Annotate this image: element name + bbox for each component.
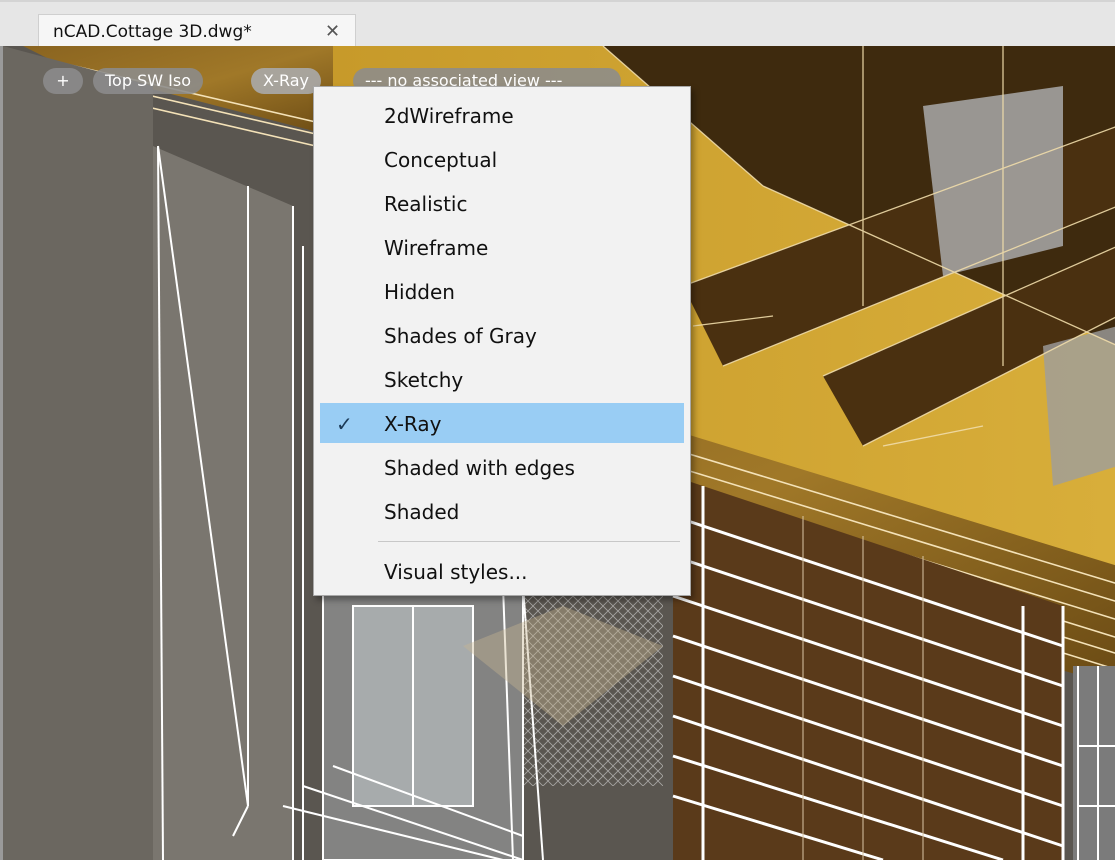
menu-item-label: Shaded with edges <box>384 456 575 480</box>
visual-style-button[interactable]: X-Ray <box>251 68 321 94</box>
document-tab-strip: nCAD.Cottage 3D.dwg* ✕ <box>0 0 1115 48</box>
menu-item-label: Sketchy <box>384 368 464 392</box>
menu-item-hidden[interactable]: Hidden <box>320 271 684 311</box>
document-tab[interactable]: nCAD.Cottage 3D.dwg* ✕ <box>38 14 356 48</box>
menu-item-label: Realistic <box>384 192 468 216</box>
checkmark-icon: ✓ <box>336 414 353 436</box>
menu-item-label: Conceptual <box>384 148 498 172</box>
menu-item-2dwireframe[interactable]: 2dWireframe <box>320 95 684 135</box>
viewport-menu-button[interactable]: + <box>43 68 83 94</box>
visual-style-menu: 2dWireframe Conceptual Realistic Wirefra… <box>313 86 691 596</box>
close-icon[interactable]: ✕ <box>325 21 340 42</box>
menu-item-label: 2dWireframe <box>384 104 514 128</box>
view-control-button[interactable]: Top SW Iso <box>93 68 203 94</box>
document-tab-title: nCAD.Cottage 3D.dwg* <box>53 22 252 42</box>
menu-item-shaded-with-edges[interactable]: Shaded with edges <box>320 447 684 487</box>
menu-item-conceptual[interactable]: Conceptual <box>320 139 684 179</box>
menu-item-visual-styles[interactable]: Visual styles... <box>320 551 684 591</box>
menu-item-label: Hidden <box>384 280 455 304</box>
menu-item-shaded[interactable]: Shaded <box>320 491 684 531</box>
menu-item-label: Visual styles... <box>384 560 528 584</box>
menu-item-x-ray[interactable]: ✓ X-Ray <box>320 403 684 443</box>
menu-item-label: X-Ray <box>384 412 442 436</box>
menu-item-label: Shaded <box>384 500 460 524</box>
menu-item-sketchy[interactable]: Sketchy <box>320 359 684 399</box>
menu-item-label: Wireframe <box>384 236 489 260</box>
menu-item-shades-of-gray[interactable]: Shades of Gray <box>320 315 684 355</box>
menu-separator <box>378 541 680 542</box>
menu-item-label: Shades of Gray <box>384 324 537 348</box>
menu-item-wireframe[interactable]: Wireframe <box>320 227 684 267</box>
menu-item-realistic[interactable]: Realistic <box>320 183 684 223</box>
